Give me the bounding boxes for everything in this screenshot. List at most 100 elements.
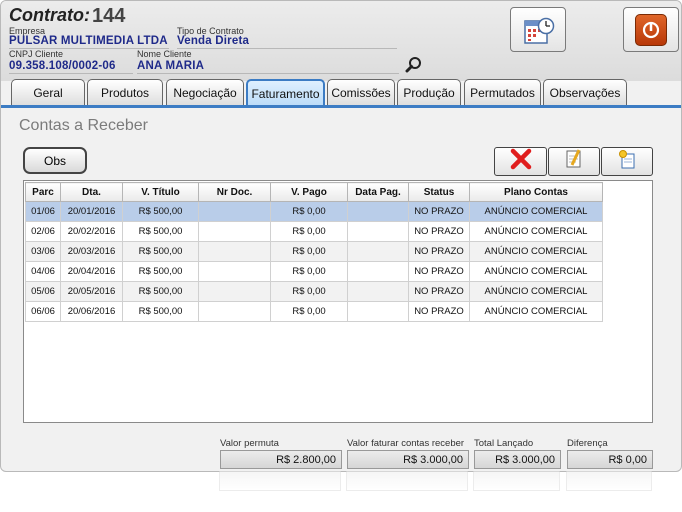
col-header-nr-doc[interactable]: Nr Doc.: [198, 182, 271, 202]
cell-v-pago: R$ 0,00: [270, 221, 348, 242]
receivables-table: Parc Dta. V. Título Nr Doc. V. Pago Data…: [25, 182, 603, 322]
cell-parc: 01/06: [25, 201, 61, 222]
tab-geral[interactable]: Geral: [11, 79, 85, 105]
contract-number: 144: [92, 5, 126, 27]
cell-nr-doc: [198, 261, 271, 282]
cell-parc: 04/06: [25, 261, 61, 282]
reflection-decor: [566, 471, 652, 491]
col-header-plano-contas[interactable]: Plano Contas: [469, 182, 603, 202]
reflection-decor: [473, 471, 560, 491]
diferenca-value: R$ 0,00: [567, 450, 653, 469]
header-panel: Contrato: 144 Empresa PULSAR MULTIMEDIA …: [1, 1, 681, 81]
cell-plano-contas: ANÚNCIO COMERCIAL: [469, 241, 603, 262]
table-row[interactable]: 06/06 20/06/2016 R$ 500,00 R$ 0,00 NO PR…: [25, 301, 603, 322]
cell-parc: 02/06: [25, 221, 61, 242]
cell-nr-doc: [198, 241, 271, 262]
col-header-dta[interactable]: Dta.: [60, 182, 123, 202]
table-header-row: Parc Dta. V. Título Nr Doc. V. Pago Data…: [25, 182, 603, 202]
cell-status: NO PRAZO: [408, 281, 470, 302]
tab-producao[interactable]: Produção: [397, 79, 461, 105]
nome-cliente-label: Nome Cliente: [137, 49, 192, 59]
tab-underline: [1, 105, 681, 108]
cell-dta: 20/01/2016: [60, 201, 123, 222]
cell-v-pago: R$ 0,00: [270, 301, 348, 322]
cell-plano-contas: ANÚNCIO COMERCIAL: [469, 261, 603, 282]
delete-icon: [510, 148, 532, 175]
cell-v-titulo: R$ 500,00: [122, 261, 199, 282]
col-header-status[interactable]: Status: [408, 182, 470, 202]
cell-nr-doc: [198, 281, 271, 302]
cell-status: NO PRAZO: [408, 201, 470, 222]
cell-status: NO PRAZO: [408, 301, 470, 322]
obs-button[interactable]: Obs: [23, 147, 87, 174]
delete-button[interactable]: [494, 147, 547, 176]
cell-dta: 20/02/2016: [60, 221, 123, 242]
cell-plano-contas: ANÚNCIO COMERCIAL: [469, 281, 603, 302]
cell-data-pag: [347, 301, 409, 322]
cell-dta: 20/04/2016: [60, 261, 123, 282]
new-record-icon: [616, 148, 638, 175]
contract-label: Contrato:: [9, 5, 90, 25]
reflection-decor: [219, 471, 341, 491]
nome-cliente-value: ANA MARIA: [137, 60, 205, 72]
cell-dta: 20/05/2016: [60, 281, 123, 302]
table-row[interactable]: 01/06 20/01/2016 R$ 500,00 R$ 0,00 NO PR…: [25, 201, 603, 222]
tab-permutados[interactable]: Permutados: [464, 79, 541, 105]
table-row[interactable]: 02/06 20/02/2016 R$ 500,00 R$ 0,00 NO PR…: [25, 221, 603, 242]
cell-nr-doc: [198, 201, 271, 222]
cell-data-pag: [347, 201, 409, 222]
cell-plano-contas: ANÚNCIO COMERCIAL: [469, 301, 603, 322]
cell-v-pago: R$ 0,00: [270, 241, 348, 262]
cell-v-titulo: R$ 500,00: [122, 221, 199, 242]
exit-button[interactable]: [623, 7, 679, 52]
cell-v-titulo: R$ 500,00: [122, 281, 199, 302]
tipo-contrato-value: Venda Direta: [177, 35, 250, 47]
cell-data-pag: [347, 241, 409, 262]
table-row[interactable]: 05/06 20/05/2016 R$ 500,00 R$ 0,00 NO PR…: [25, 281, 603, 302]
cell-data-pag: [347, 261, 409, 282]
col-header-v-pago[interactable]: V. Pago: [270, 182, 348, 202]
cell-v-pago: R$ 0,00: [270, 201, 348, 222]
cell-v-titulo: R$ 500,00: [122, 241, 199, 262]
cell-plano-contas: ANÚNCIO COMERCIAL: [469, 221, 603, 242]
cell-data-pag: [347, 221, 409, 242]
edit-button[interactable]: [548, 147, 600, 176]
cnpj-value: 09.358.108/0002-06: [9, 60, 116, 72]
cell-data-pag: [347, 281, 409, 302]
contract-window: Contrato: 144 Empresa PULSAR MULTIMEDIA …: [0, 0, 682, 472]
section-title: Contas a Receber: [19, 117, 148, 134]
tab-faturamento[interactable]: Faturamento: [246, 79, 325, 105]
table-row[interactable]: 04/06 20/04/2016 R$ 500,00 R$ 0,00 NO PR…: [25, 261, 603, 282]
tab-comissoes[interactable]: Comissões: [327, 79, 395, 105]
cnpj-underline: [9, 73, 133, 74]
calendar-clock-icon: [523, 15, 555, 52]
col-header-parc[interactable]: Parc: [25, 182, 61, 202]
table-row[interactable]: 03/06 20/03/2016 R$ 500,00 R$ 0,00 NO PR…: [25, 241, 603, 262]
tab-observacoes[interactable]: Observações: [543, 79, 627, 105]
total-lancado-label: Total Lançado: [474, 438, 534, 449]
power-icon: [635, 14, 667, 46]
receivables-grid: Parc Dta. V. Título Nr Doc. V. Pago Data…: [23, 180, 653, 423]
col-header-v-titulo[interactable]: V. Título: [122, 182, 199, 202]
cnpj-label: CNPJ Cliente: [9, 49, 64, 59]
search-icon[interactable]: [405, 56, 423, 74]
cell-dta: 20/03/2016: [60, 241, 123, 262]
schedule-button[interactable]: [510, 7, 566, 52]
edit-icon: [563, 148, 585, 175]
cell-parc: 06/06: [25, 301, 61, 322]
faturar-label: Valor faturar contas receber: [347, 438, 465, 449]
col-header-data-pag[interactable]: Data Pag.: [347, 182, 409, 202]
cell-v-titulo: R$ 500,00: [122, 201, 199, 222]
permuta-value: R$ 2.800,00: [220, 450, 342, 469]
cell-v-pago: R$ 0,00: [270, 281, 348, 302]
tab-produtos[interactable]: Produtos: [87, 79, 163, 105]
new-record-button[interactable]: [601, 147, 653, 176]
total-lancado-value: R$ 3.000,00: [474, 450, 561, 469]
cell-v-titulo: R$ 500,00: [122, 301, 199, 322]
faturar-value: R$ 3.000,00: [347, 450, 469, 469]
cell-status: NO PRAZO: [408, 241, 470, 262]
reflection-decor: [346, 471, 468, 491]
empresa-value: PULSAR MULTIMEDIA LTDA: [9, 35, 168, 47]
cell-v-pago: R$ 0,00: [270, 261, 348, 282]
tab-negociacao[interactable]: Negociação: [166, 79, 244, 105]
